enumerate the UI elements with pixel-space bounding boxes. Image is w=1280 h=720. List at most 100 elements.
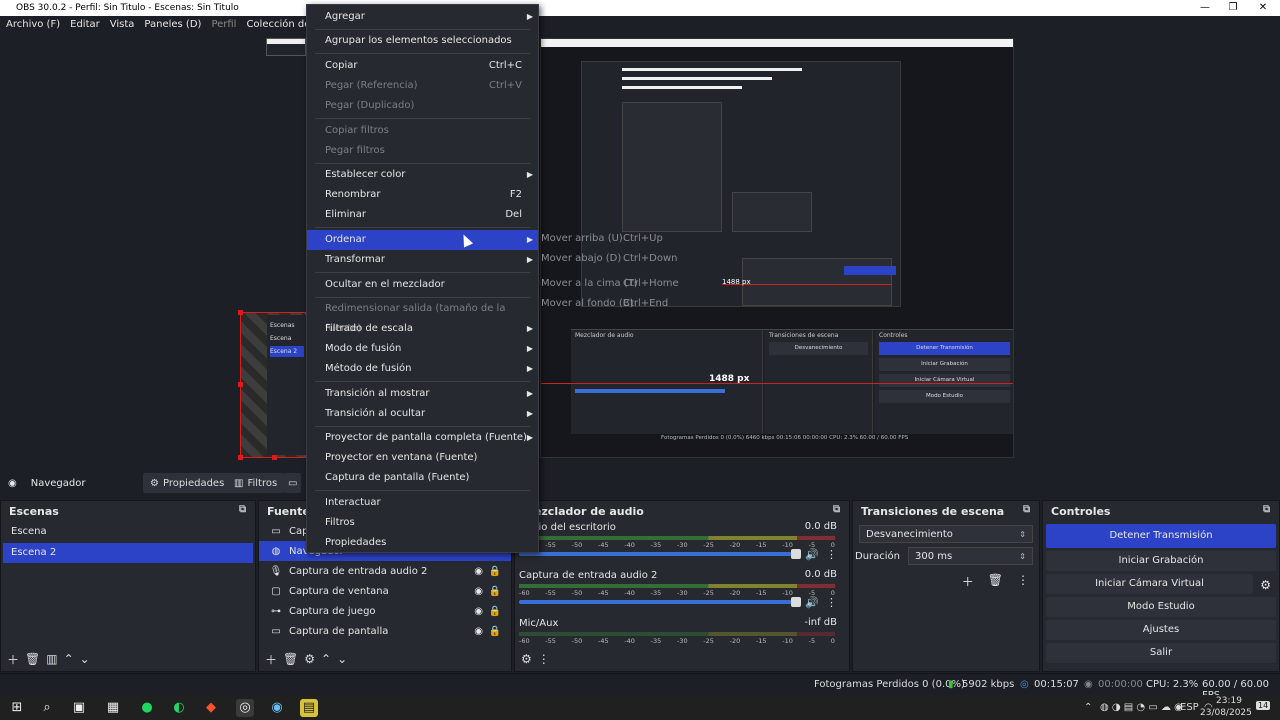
menu-item-copy-filters[interactable]: Copiar filtros <box>307 121 538 141</box>
submenu-move-down[interactable]: Mover abajo (D) Ctrl+Down <box>541 249 681 269</box>
submenu-move-up[interactable]: Mover arriba (U) Ctrl+Up <box>541 229 681 249</box>
search-icon[interactable]: ⌕ <box>38 699 56 717</box>
gear-icon[interactable]: ⚙ <box>1260 578 1271 592</box>
menu-item-rename[interactable]: Renombrar F2 <box>307 185 538 205</box>
speaker-icon[interactable]: 🔊 <box>805 548 819 561</box>
chevron-down-icon[interactable]: ⌄ <box>337 652 347 666</box>
menu-item-interact[interactable]: Interactuar <box>307 493 538 513</box>
menu-file[interactable]: Archivo (F) <box>6 19 60 30</box>
popout-icon[interactable]: ⧉ <box>1263 504 1275 516</box>
scene-item-active[interactable]: Escena 2 <box>3 543 253 563</box>
obs-icon[interactable]: ◎ <box>236 699 254 717</box>
tray-icons[interactable]: ◍ ◑ ▤ ◔ ▭ ☁ ◉ <box>1100 702 1183 713</box>
lock-icon[interactable]: 🔒 <box>489 606 501 617</box>
trash-icon[interactable]: 🗑 <box>283 652 298 666</box>
gear-icon[interactable]: ⚙ <box>304 652 315 666</box>
clock-time[interactable]: 23:19 <box>1216 696 1242 706</box>
menu-edit[interactable]: Editar <box>70 19 100 30</box>
menu-profile[interactable]: Perfil <box>211 19 236 30</box>
tray-chevron-icon[interactable]: ⌃ <box>1084 702 1092 713</box>
menu-item-paste-duplicate[interactable]: Pegar (Duplicado) <box>307 96 538 116</box>
volume-slider[interactable] <box>519 597 801 607</box>
chevron-down-icon[interactable]: ⌄ <box>80 652 90 666</box>
start-recording-button[interactable]: Iniciar Grabación <box>1046 551 1276 571</box>
menu-item-add[interactable]: Agregar ▶ <box>307 7 538 27</box>
menu-item-properties[interactable]: Propiedades <box>307 533 538 553</box>
menu-item-show-transition[interactable]: Transición al mostrar ▶ <box>307 384 538 404</box>
brave-icon[interactable]: ◆ <box>202 699 220 717</box>
lock-icon[interactable]: 🔒 <box>489 566 501 577</box>
menu-item-transform[interactable]: Transformar ▶ <box>307 250 538 270</box>
menu-item-windowed-projector[interactable]: Proyector en ventana (Fuente) <box>307 448 538 468</box>
settings-button[interactable]: Ajustes <box>1046 620 1276 640</box>
add-icon[interactable]: ＋ <box>962 573 974 590</box>
chevron-up-icon[interactable]: ⌃ <box>321 652 331 666</box>
more-icon[interactable]: ⋮ <box>826 548 837 561</box>
eye-icon[interactable]: ◉ <box>474 586 483 597</box>
menu-item-hide-mixer[interactable]: Ocultar en el mezclador <box>307 275 538 295</box>
interact-button[interactable]: ▭ <box>284 473 302 493</box>
scene-item[interactable]: Escena <box>3 522 253 542</box>
stop-streaming-button[interactable]: Detener Transmisión <box>1046 524 1276 548</box>
add-icon[interactable]: ＋ <box>265 651 277 668</box>
studio-mode-button[interactable]: Modo Estudio <box>1046 597 1276 617</box>
close-button[interactable]: ✕ <box>1248 0 1278 16</box>
source-item[interactable]: ⊶ Captura de juego ◉ 🔒 <box>259 601 511 621</box>
menu-item-hide-transition[interactable]: Transición al ocultar ▶ <box>307 404 538 424</box>
menu-item-paste-reference[interactable]: Pegar (Referencia) Ctrl+V <box>307 76 538 96</box>
menu-item-blend-mode[interactable]: Modo de fusión ▶ <box>307 339 538 359</box>
menu-item-copy[interactable]: Copiar Ctrl+C <box>307 56 538 76</box>
trash-icon[interactable]: 🗑 <box>25 652 40 666</box>
lock-icon[interactable]: 🔒 <box>489 626 501 637</box>
transition-select[interactable]: Desvanecimiento ⇕ <box>859 525 1033 543</box>
menu-item-group[interactable]: Agrupar los elementos seleccionados <box>307 31 538 51</box>
submenu-move-bottom[interactable]: Mover al fondo (B) Ctrl+End <box>541 294 681 314</box>
source-item[interactable]: ▭ Captura de pantalla ◉ 🔒 <box>259 621 511 641</box>
add-icon[interactable]: ＋ <box>7 651 19 668</box>
windows-start-icon[interactable]: ⊞ <box>8 699 26 717</box>
resize-handle-b[interactable] <box>272 455 277 460</box>
menu-item-blend-method[interactable]: Método de fusión ▶ <box>307 359 538 379</box>
trash-icon[interactable]: 🗑 <box>988 573 1003 590</box>
clock-date[interactable]: 23/08/2025 <box>1200 708 1252 718</box>
menu-item-screenshot[interactable]: Captura de pantalla (Fuente) <box>307 468 538 488</box>
submenu-move-top[interactable]: Mover a la cima (T) Ctrl+Home <box>541 274 681 294</box>
app-icon[interactable]: ▤ <box>300 699 318 717</box>
eye-icon[interactable]: ◉ <box>474 566 483 577</box>
more-icon[interactable]: ⋮ <box>538 652 550 666</box>
steam-icon[interactable]: ◉ <box>268 699 286 717</box>
resize-handle-l[interactable] <box>238 382 243 387</box>
eye-icon[interactable]: ◉ <box>474 606 483 617</box>
start-virtual-camera-button[interactable]: Iniciar Cámara Virtual <box>1046 574 1253 594</box>
menu-item-scale-filtering[interactable]: Filtrado de escala ▶ <box>307 319 538 339</box>
task-view-icon[interactable]: ▣ <box>70 699 88 717</box>
menu-item-paste-filters[interactable]: Pegar filtros <box>307 141 538 161</box>
more-icon[interactable]: ⋮ <box>1017 573 1029 590</box>
popout-icon[interactable]: ⧉ <box>239 504 251 516</box>
menu-view[interactable]: Vista <box>110 19 135 30</box>
duration-spinbox[interactable]: 300 ms ⇕ <box>908 547 1033 565</box>
menu-item-fullscreen-projector[interactable]: Proyector de pantalla completa (Fuente) ▶ <box>307 428 538 448</box>
chevron-up-icon[interactable]: ⌃ <box>64 652 74 666</box>
menu-item-resize-output[interactable]: Redimensionar salida (tamaño de la fuent… <box>307 299 538 334</box>
popout-icon[interactable]: ⧉ <box>833 504 845 516</box>
speaker-icon[interactable]: 🔊 <box>805 596 819 609</box>
exit-button[interactable]: Salir <box>1046 643 1276 663</box>
filters-button[interactable]: ▥ Filtros <box>227 473 285 493</box>
filter-icon[interactable]: ▥ <box>46 652 57 666</box>
language-indicator[interactable]: ESP <box>1180 702 1199 713</box>
properties-button[interactable]: ⚙ Propiedades <box>143 473 232 493</box>
menu-docks[interactable]: Paneles (D) <box>144 19 201 30</box>
menu-item-set-color[interactable]: Establecer color ▶ <box>307 165 538 185</box>
menu-item-delete[interactable]: Eliminar Del <box>307 205 538 225</box>
minimize-button[interactable]: — <box>1190 0 1220 16</box>
resize-handle-tl[interactable] <box>238 310 243 315</box>
menu-item-order[interactable]: Ordenar ▶ <box>307 230 538 250</box>
selected-source-bounds[interactable]: Escenas Escena Escena 2 <box>240 312 307 458</box>
lock-icon[interactable]: 🔒 <box>489 586 501 597</box>
popout-icon[interactable]: ⧉ <box>1023 504 1035 516</box>
maximize-button[interactable]: ❐ <box>1218 0 1248 16</box>
resize-handle-bl[interactable] <box>238 455 243 460</box>
source-item[interactable]: ▢ Captura de ventana ◉ 🔒 <box>259 581 511 601</box>
volume-slider[interactable] <box>519 549 801 559</box>
